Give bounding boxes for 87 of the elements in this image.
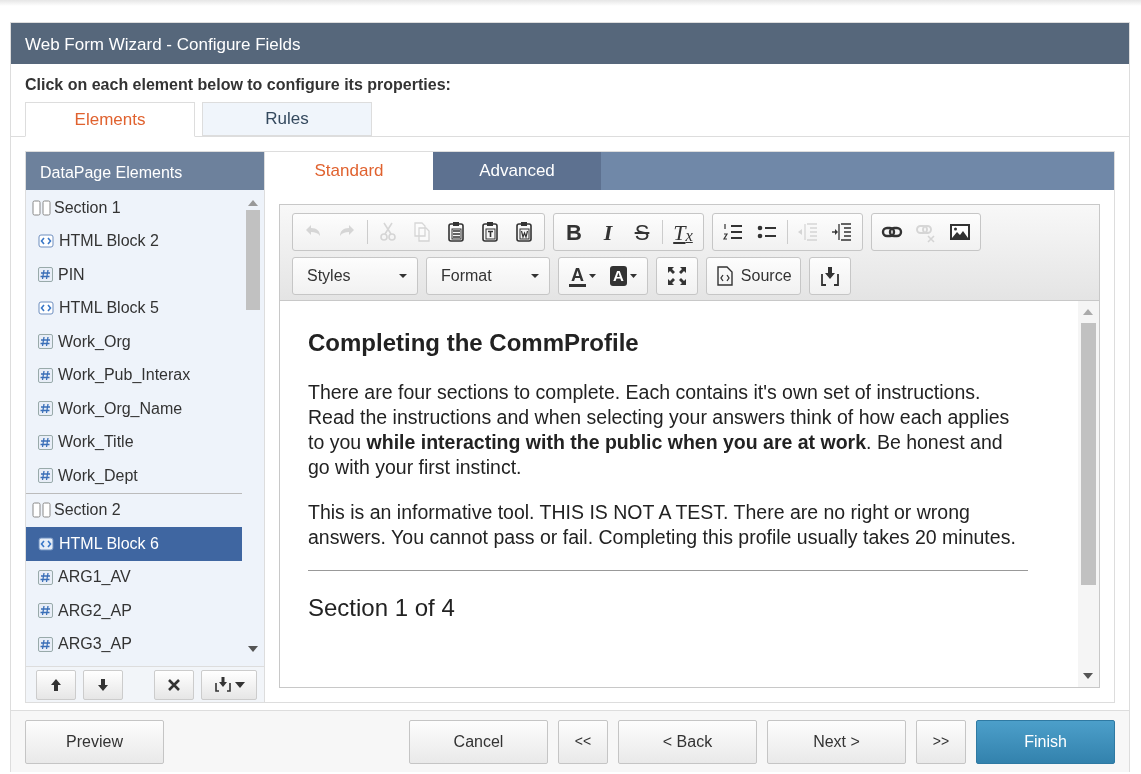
cut-icon xyxy=(377,221,399,243)
tree-item[interactable]: HTML Block 5 xyxy=(26,291,242,325)
insert-icon xyxy=(818,265,841,287)
finish-button[interactable]: Finish xyxy=(976,719,1115,764)
section-icon xyxy=(32,199,52,216)
source-icon xyxy=(716,266,733,286)
footer-button[interactable]: Next > xyxy=(767,719,906,764)
delete-button[interactable] xyxy=(154,669,194,700)
field-icon xyxy=(38,468,53,484)
caret-icon xyxy=(234,681,245,688)
format-dropdown[interactable]: Format xyxy=(427,257,549,295)
html-block-icon xyxy=(38,535,54,552)
numbered-list-icon xyxy=(722,221,744,243)
tab[interactable]: Standard xyxy=(265,152,433,190)
italic-button[interactable]: I xyxy=(591,216,625,248)
field-icon xyxy=(38,636,53,652)
insert-icon xyxy=(213,676,232,693)
scroll-down-icon xyxy=(1083,673,1093,679)
caret-icon xyxy=(531,274,539,278)
maximize-icon xyxy=(665,265,688,287)
close-icon xyxy=(167,677,181,692)
tree-item[interactable]: Section 1 xyxy=(26,191,242,225)
paste-icon xyxy=(445,221,467,243)
field-icon xyxy=(38,569,53,585)
tab[interactable]: Advanced xyxy=(433,152,601,190)
field-icon xyxy=(38,267,53,283)
subheading: Section 1 of 4 xyxy=(308,592,456,623)
move-up-button[interactable] xyxy=(36,669,76,700)
caret-icon xyxy=(629,274,637,278)
copy-icon xyxy=(411,221,433,243)
paragraph: There are four sections to complete. Each contains it's own set of instructions. Read the instructions and when selecting your answers think of how each applies to you while interacting with the public when you are at work. Be honest and go with your first instinct. xyxy=(308,379,1011,480)
instruction-text: Click on each element below to configure its properties: xyxy=(24,75,452,95)
tree-item[interactable]: Section 2 xyxy=(26,493,242,527)
field-icon xyxy=(38,367,53,383)
tree-item[interactable]: ARG2_AP xyxy=(26,594,242,628)
html-block-icon xyxy=(38,300,54,317)
caret-icon xyxy=(589,274,596,278)
window-title: Web Form Wizard - Configure Fields xyxy=(11,23,1129,64)
text-color-button[interactable]: A xyxy=(562,260,603,292)
tree-item[interactable]: Work_Dept xyxy=(26,459,242,493)
tab[interactable]: Elements xyxy=(25,102,195,137)
scroll-thumb[interactable] xyxy=(1081,323,1096,585)
bold-button[interactable]: B xyxy=(557,216,591,248)
scrollbar[interactable] xyxy=(1078,301,1099,687)
section-icon xyxy=(32,502,52,519)
strikethrough-button[interactable]: S xyxy=(625,216,659,248)
tree-item[interactable]: Work_Org xyxy=(26,325,242,359)
footer-button[interactable]: >> xyxy=(916,719,966,764)
paragraph: This is an informative tool. THIS IS NOT A TEST. There are no right or wrong answers. You cannot pass or fail. Completing this profile usually takes 20 minutes. xyxy=(308,499,1017,550)
caret-icon xyxy=(399,274,407,278)
insert-menu-button[interactable] xyxy=(201,669,257,700)
scroll-down-icon xyxy=(248,646,258,652)
styles-dropdown[interactable]: Styles xyxy=(293,257,417,295)
arrow-down-icon xyxy=(98,678,108,691)
source-button[interactable]: Source xyxy=(706,257,800,295)
footer-button[interactable]: < Back xyxy=(618,719,757,764)
indent-icon xyxy=(831,221,853,243)
tree-item[interactable]: PIN xyxy=(26,258,242,292)
move-down-button[interactable] xyxy=(83,669,123,700)
field-icon xyxy=(38,603,53,619)
html-block-icon xyxy=(38,233,54,250)
background-color-button[interactable]: A xyxy=(603,260,644,292)
outdent-icon xyxy=(797,221,819,243)
scroll-thumb[interactable] xyxy=(246,210,260,310)
footer-button[interactable]: << xyxy=(558,719,608,764)
tree-item[interactable]: HTML Block 6 xyxy=(26,527,242,561)
field-icon xyxy=(38,434,53,450)
paste-word-icon xyxy=(513,221,535,243)
tree-item[interactable]: Work_Title xyxy=(26,425,242,459)
tree-item[interactable]: HTML Block 2 xyxy=(26,224,242,258)
tab[interactable]: Rules xyxy=(202,102,372,136)
paste-text-icon xyxy=(479,221,501,243)
tree-item[interactable]: ARG3_AP xyxy=(26,627,242,661)
footer-button[interactable]: Cancel xyxy=(409,719,548,764)
panel-header: DataPage Elements xyxy=(26,152,264,190)
tree-item[interactable]: Work_Pub_Interax xyxy=(26,358,242,392)
arrow-up-icon xyxy=(51,678,61,691)
image-icon xyxy=(949,221,971,243)
scroll-up-icon xyxy=(1083,309,1093,315)
field-icon xyxy=(38,401,53,417)
field-icon xyxy=(38,334,53,350)
tree-item[interactable]: ARG1_AV xyxy=(26,560,242,594)
footer-button[interactable]: Preview xyxy=(25,719,164,764)
clear-format-button[interactable]: T$_{x}$ xyxy=(666,216,700,248)
heading: Completing the CommProfile xyxy=(308,329,640,358)
tree-item[interactable]: Work_Org_Name xyxy=(26,392,242,426)
scroll-up-icon xyxy=(248,200,258,206)
